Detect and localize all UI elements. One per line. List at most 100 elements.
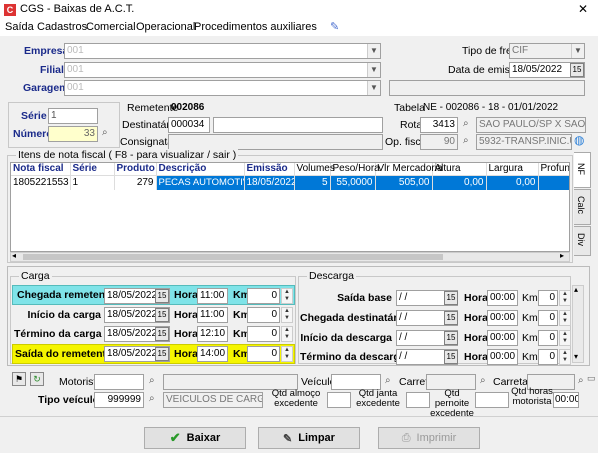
table-row[interactable]: 1805221553 1 279 PECAS AUTOMOTIVAS 18/05… bbox=[11, 175, 569, 190]
col-nota-fiscal[interactable]: Nota fiscal bbox=[11, 163, 71, 176]
filial-select[interactable]: 001 bbox=[64, 62, 381, 78]
cell-profun[interactable] bbox=[538, 175, 569, 190]
spinner-icon[interactable]: ▲ ▼ bbox=[559, 349, 571, 365]
col-peso-hora[interactable]: Peso/Hora bbox=[330, 163, 380, 176]
serie-field[interactable]: 1 bbox=[48, 108, 98, 124]
carga-km-3[interactable]: 0 bbox=[247, 346, 280, 362]
cell-volumes[interactable]: 5 bbox=[294, 175, 331, 190]
qtd-almoco-field[interactable] bbox=[327, 392, 351, 408]
tab-calc[interactable]: Calc bbox=[574, 189, 591, 225]
col-volumes[interactable]: Volumes bbox=[294, 163, 335, 176]
search-icon[interactable]: ⌕ bbox=[385, 375, 391, 386]
cell-emissao[interactable]: 18/05/2022 bbox=[244, 175, 295, 190]
carga-hora-1[interactable]: 11:00 bbox=[197, 307, 228, 323]
spinner-icon[interactable]: ▲ ▼ bbox=[559, 330, 571, 346]
search-icon[interactable]: ⌕ bbox=[102, 127, 108, 138]
col-profun[interactable]: Profun bbox=[538, 163, 569, 176]
scroll-right-icon[interactable]: ▸ bbox=[560, 251, 564, 260]
cell-nota-fiscal[interactable]: 1805221553 bbox=[11, 175, 71, 190]
qtd-horas-field[interactable]: 00:00 bbox=[553, 392, 579, 408]
descarga-hora-2[interactable]: 00:00 bbox=[487, 330, 518, 346]
limpar-button[interactable]: ✎ Limpar bbox=[258, 427, 360, 449]
calendar-icon[interactable]: 15 bbox=[444, 350, 458, 364]
search-icon[interactable]: ⌕ bbox=[578, 375, 584, 386]
menu-procedimentos[interactable]: Procedimentos auxiliares bbox=[194, 21, 317, 33]
chevron-down-icon[interactable]: ▼ bbox=[367, 63, 380, 77]
spinner-icon[interactable]: ▲ ▼ bbox=[281, 307, 293, 323]
numero-field[interactable]: 33 bbox=[48, 126, 98, 142]
col-produto[interactable]: Produto bbox=[114, 163, 157, 176]
carga-km-0[interactable]: 0 bbox=[247, 288, 280, 304]
qtd-pernoite-field[interactable] bbox=[475, 392, 509, 408]
close-icon[interactable]: ✕ bbox=[578, 2, 588, 16]
cell-largura[interactable]: 0,00 bbox=[486, 175, 539, 190]
search-icon[interactable]: ⌕ bbox=[149, 393, 155, 404]
search-icon[interactable]: ⌕ bbox=[463, 118, 469, 129]
imprimir-button[interactable]: ⎙ Imprimir bbox=[378, 427, 480, 449]
col-emissao[interactable]: Emissão bbox=[244, 163, 295, 176]
remetente-field[interactable]: 002086 bbox=[168, 100, 383, 116]
empresa-select[interactable]: 001 bbox=[64, 43, 381, 59]
col-largura[interactable]: Largura bbox=[486, 163, 539, 176]
calendar-icon[interactable]: 15 bbox=[444, 311, 458, 325]
col-serie[interactable]: Série bbox=[70, 163, 115, 176]
descarga-km-2[interactable]: 0 bbox=[538, 330, 558, 346]
calendar-icon[interactable]: 15 bbox=[155, 327, 169, 341]
globe-icon[interactable]: ◍ bbox=[574, 133, 584, 147]
pen-icon[interactable]: ✎ bbox=[330, 20, 339, 33]
descarga-hora-0[interactable]: 00:00 bbox=[487, 290, 518, 306]
calendar-icon[interactable]: 15 bbox=[155, 308, 169, 322]
chevron-down-icon[interactable]: ▼ bbox=[367, 44, 380, 58]
search-icon[interactable]: ⌕ bbox=[480, 375, 486, 386]
rota-code[interactable]: 3413 bbox=[420, 117, 458, 133]
refresh-icon[interactable]: ↻ bbox=[30, 372, 44, 386]
menu-operacional[interactable]: Operacional bbox=[136, 21, 195, 33]
descarga-km-0[interactable]: 0 bbox=[538, 290, 558, 306]
horizontal-scrollbar[interactable]: ◂ ▸ bbox=[10, 251, 570, 262]
cell-peso[interactable]: 55,0000 bbox=[330, 175, 376, 190]
col-vlr-mercadoria[interactable]: Vlr Mercadoria bbox=[375, 163, 443, 176]
cell-produto[interactable]: 279 bbox=[114, 175, 157, 190]
spinner-icon[interactable]: ▲ ▼ bbox=[281, 346, 293, 362]
descarga-hora-3[interactable]: 00:00 bbox=[487, 349, 518, 365]
calendar-icon[interactable]: 15 bbox=[570, 63, 584, 77]
cell-serie[interactable]: 1 bbox=[70, 175, 115, 190]
col-altura[interactable]: Altura bbox=[432, 163, 487, 176]
scroll-thumb[interactable] bbox=[23, 254, 443, 260]
baixar-button[interactable]: ✔ Baixar bbox=[144, 427, 246, 449]
cell-descricao[interactable]: PECAS AUTOMOTIVAS bbox=[156, 175, 245, 190]
descarga-km-1[interactable]: 0 bbox=[538, 310, 558, 326]
search-icon[interactable]: ⌕ bbox=[149, 375, 155, 386]
descarga-km-3[interactable]: 0 bbox=[538, 349, 558, 365]
chevron-down-icon[interactable]: ▼ bbox=[367, 81, 380, 95]
destinatario-field[interactable]: 000034 bbox=[168, 117, 210, 133]
calendar-icon[interactable]: 15 bbox=[444, 291, 458, 305]
spinner-icon[interactable]: ▲ ▼ bbox=[281, 288, 293, 304]
cell-vlr[interactable]: 505,00 bbox=[375, 175, 433, 190]
scroll-left-icon[interactable]: ◂ bbox=[12, 251, 16, 260]
descarga-scrollbar[interactable]: ▴ ▾ bbox=[572, 285, 584, 363]
tab-div[interactable]: Div bbox=[574, 226, 591, 256]
spinner-icon[interactable]: ▲ ▼ bbox=[281, 326, 293, 342]
nf-grid[interactable]: Nota fiscal Série Produto Descrição Emis… bbox=[10, 162, 570, 252]
menu-saida[interactable]: Saída bbox=[5, 21, 34, 33]
scroll-down-icon[interactable]: ▾ bbox=[574, 352, 578, 361]
flag-icon[interactable]: ⚑ bbox=[12, 372, 26, 386]
search-icon[interactable]: ⌕ bbox=[463, 135, 469, 146]
carga-hora-0[interactable]: 11:00 bbox=[197, 288, 228, 304]
op-fiscal-code[interactable]: 90 bbox=[420, 134, 458, 150]
calendar-icon[interactable]: 15 bbox=[155, 347, 169, 361]
chevron-down-icon[interactable]: ▼ bbox=[571, 44, 584, 58]
carga-km-1[interactable]: 0 bbox=[247, 307, 280, 323]
scroll-up-icon[interactable]: ▴ bbox=[574, 285, 578, 294]
motorista-code[interactable] bbox=[94, 374, 144, 390]
tipo-veiculo-code[interactable]: 999999 bbox=[94, 392, 144, 408]
col-descricao[interactable]: Descrição bbox=[156, 163, 245, 176]
spinner-icon[interactable]: ▲ ▼ bbox=[559, 290, 571, 306]
menu-comercial[interactable]: Comercial bbox=[86, 21, 136, 33]
calendar-icon[interactable]: 15 bbox=[444, 331, 458, 345]
consignatario-field[interactable] bbox=[168, 134, 383, 150]
truck-icon[interactable]: ▭ bbox=[587, 373, 596, 384]
carga-hora-2[interactable]: 12:10 bbox=[197, 326, 228, 342]
descarga-hora-1[interactable]: 00:00 bbox=[487, 310, 518, 326]
